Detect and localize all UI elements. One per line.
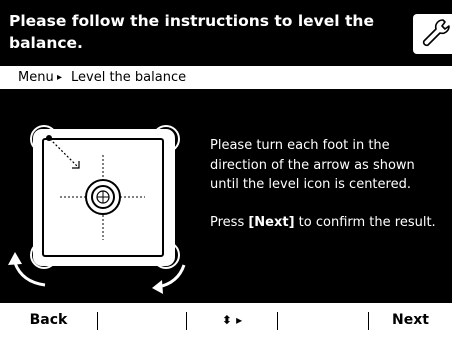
page-title: Please follow the instructions to level … bbox=[9, 12, 374, 52]
next-key-label: [Next] bbox=[248, 214, 295, 230]
back-button[interactable]: Back bbox=[0, 303, 97, 338]
rotate-right-arrow-icon bbox=[152, 264, 186, 294]
instruction-confirm: Press [Next] to confirm the result. bbox=[210, 214, 436, 230]
next-button[interactable]: Next bbox=[369, 303, 452, 338]
balance-leveling-illustration bbox=[8, 125, 186, 294]
wrench-icon bbox=[422, 19, 450, 47]
main-content: Please turn each foot in the direction o… bbox=[0, 89, 452, 303]
breadcrumb: Menu ▸ Level the balance bbox=[0, 66, 452, 89]
navigation-button[interactable]: ⬍ ▸ bbox=[187, 303, 277, 338]
title-bar: Please follow the instructions to level … bbox=[0, 0, 452, 66]
settings-button[interactable] bbox=[413, 14, 452, 54]
level-bubble-icon bbox=[85, 179, 121, 215]
instruction-turn-feet: Please turn each foot in the direction o… bbox=[210, 138, 415, 192]
softkey-bar: Back ⬍ ▸ Next bbox=[0, 303, 452, 338]
foot-indicator-dot bbox=[46, 135, 52, 141]
breadcrumb-current: Level the balance bbox=[71, 70, 187, 85]
breadcrumb-root[interactable]: Menu bbox=[18, 66, 54, 89]
breadcrumb-separator: ▸ bbox=[57, 72, 63, 83]
softkey-2[interactable] bbox=[98, 303, 186, 338]
softkey-4[interactable] bbox=[278, 303, 368, 338]
instructions-text: Please turn each foot in the direction o… bbox=[210, 136, 446, 232]
